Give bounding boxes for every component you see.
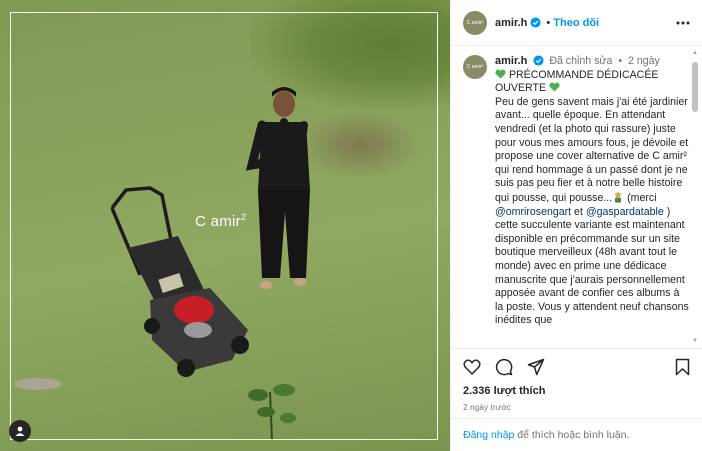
post-sidebar: C amir² amir.h • Theo dõi C amir² amir.h… xyxy=(450,0,702,451)
heart-icon[interactable] xyxy=(461,356,483,378)
album-title: C amir2 xyxy=(195,212,247,230)
edited-label: Đã chỉnh sửa xyxy=(549,55,613,67)
follow-button[interactable]: Theo dõi xyxy=(553,17,599,29)
post-actions: 2.336 lượt thích 2 ngày trước xyxy=(451,348,702,412)
user-tag-icon[interactable] xyxy=(9,420,31,442)
green-heart-icon xyxy=(495,69,506,79)
caption-scrollbar[interactable] xyxy=(692,62,698,112)
post-photo[interactable]: C amir2 xyxy=(0,0,450,451)
action-icons xyxy=(451,349,702,385)
mention-link[interactable]: @gaspardatable xyxy=(586,206,664,218)
scroll-down-arrow-icon[interactable]: ▼ xyxy=(692,338,698,344)
caption-time[interactable]: 2 ngày xyxy=(628,55,660,67)
scroll-up-arrow-icon[interactable]: ▲ xyxy=(692,50,698,56)
caption-body: amir.h Đã chỉnh sửa • 2 ngày PRÉCOMMANDE… xyxy=(495,55,689,328)
comment-icon[interactable] xyxy=(493,356,515,378)
login-prompt-text: để thích hoặc bình luận. xyxy=(514,429,630,441)
share-icon[interactable] xyxy=(525,356,547,378)
green-heart-icon xyxy=(549,82,560,92)
separator-dot: • xyxy=(618,55,623,67)
more-options-icon[interactable] xyxy=(674,14,692,32)
like-count[interactable]: 2.336 lượt thích xyxy=(451,385,702,401)
caption-text-c: et xyxy=(571,205,586,218)
post-dialog: C amir2 C amir² amir.h • Theo dõi C amir… xyxy=(0,0,702,451)
mention-link[interactable]: @omrirosengart xyxy=(495,206,571,218)
caption: C amir² amir.h Đã chỉnh sửa • 2 ngày PRÉ… xyxy=(463,55,689,328)
verified-badge-icon xyxy=(530,17,541,28)
farmer-emoji-icon xyxy=(614,192,623,203)
caption-scroll-area[interactable]: C amir² amir.h Đã chỉnh sửa • 2 ngày PRÉ… xyxy=(451,46,702,348)
login-link[interactable]: Đăng nhập xyxy=(463,429,514,441)
bookmark-icon[interactable] xyxy=(671,356,693,378)
caption-text-d: ) cette succulente variante est maintena… xyxy=(495,205,689,327)
caption-text: Peu de gens savent mais j'ai été jardini… xyxy=(495,95,689,204)
login-prompt: Đăng nhập để thích hoặc bình luận. xyxy=(451,418,702,451)
avatar[interactable]: C amir² xyxy=(463,10,487,35)
caption-headline: PRÉCOMMANDE DÉDICACÉE OUVERTE xyxy=(495,68,659,95)
separator-dot: • xyxy=(546,16,551,29)
username[interactable]: amir.h xyxy=(495,17,527,29)
post-time[interactable]: 2 ngày trước xyxy=(451,401,702,412)
caption-meta: amir.h Đã chỉnh sửa • 2 ngày xyxy=(495,55,689,69)
verified-badge-icon xyxy=(533,55,544,66)
caption-avatar[interactable]: C amir² xyxy=(463,55,487,79)
caption-text-b: (merci xyxy=(624,191,657,204)
caption-username[interactable]: amir.h xyxy=(495,55,527,67)
post-header: C amir² amir.h • Theo dõi xyxy=(451,0,702,46)
